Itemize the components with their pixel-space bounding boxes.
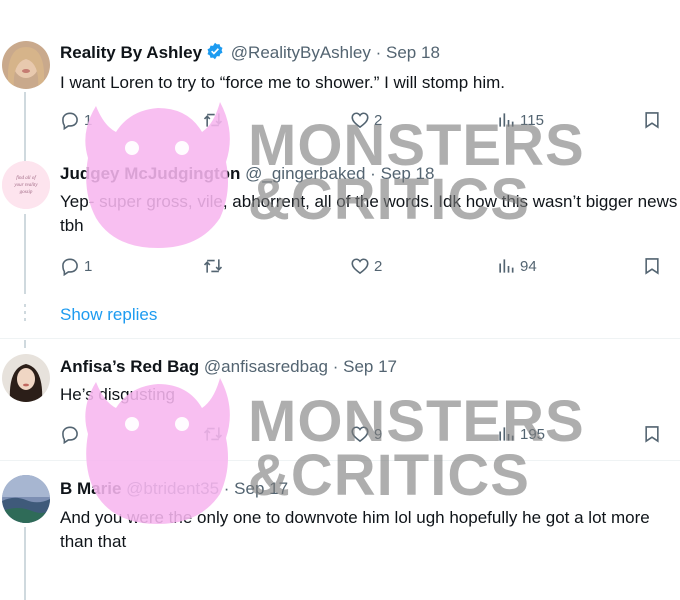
author-name[interactable]: Anfisa’s Red Bag <box>60 357 199 376</box>
separator-dot: · <box>375 43 382 62</box>
bookmark-button[interactable] <box>642 256 662 276</box>
divider <box>0 338 680 339</box>
retweet-button[interactable] <box>202 256 228 276</box>
views-button[interactable]: 115 <box>496 110 544 130</box>
views-button[interactable]: 195 <box>496 424 545 444</box>
avatar[interactable] <box>2 475 50 523</box>
tweet[interactable]: find all of your reality gossip Judgey M… <box>0 150 680 340</box>
tweet-actions: 9 195 <box>60 424 670 448</box>
tweet-text: Yep- super gross, vile, abhorrent, all o… <box>60 192 678 235</box>
avatar[interactable] <box>2 354 50 402</box>
like-button[interactable]: 2 <box>350 256 382 276</box>
svg-text:gossip: gossip <box>20 190 33 195</box>
bookmark-icon <box>645 112 659 129</box>
author-handle[interactable]: @RealityByAshley <box>231 43 371 62</box>
separator-dot: · <box>332 357 339 376</box>
tweet[interactable]: Reality By Ashley @RealityByAshley · Sep… <box>0 0 680 162</box>
tweet-header: Reality By Ashley @RealityByAshley · Sep… <box>60 42 440 65</box>
reply-count: 1 <box>84 257 93 275</box>
author-handle[interactable]: @_gingerbaked <box>245 164 365 183</box>
like-button[interactable]: 9 <box>350 424 382 444</box>
heart-icon <box>351 426 369 443</box>
show-replies-link[interactable]: Show replies <box>60 305 157 325</box>
tweet[interactable]: B Marie @btrident35 · Sep 17 And you wer… <box>0 461 680 600</box>
bookmark-icon <box>645 258 659 275</box>
retweet-button[interactable] <box>202 110 228 130</box>
verified-badge-icon <box>206 42 224 65</box>
heart-icon <box>351 258 369 275</box>
like-count: 2 <box>374 111 383 129</box>
bookmark-icon <box>645 426 659 443</box>
reply-icon <box>62 112 78 130</box>
tweet-header: Judgey McJudgington @_gingerbaked · Sep … <box>60 164 434 184</box>
author-handle[interactable]: @btrident35 <box>126 479 219 498</box>
tweet-actions: 1 2 94 <box>60 256 670 280</box>
views-button[interactable]: 94 <box>496 256 537 276</box>
tweet-text: I want Loren to try to “force me to show… <box>60 73 505 92</box>
tweet-header: B Marie @btrident35 · Sep 17 <box>60 479 288 499</box>
reply-icon <box>62 258 78 276</box>
retweet-icon <box>203 113 223 127</box>
thread-line <box>24 214 26 294</box>
tweet-actions: 1 2 115 <box>60 110 670 134</box>
author-name[interactable]: Judgey McJudgington <box>60 164 240 183</box>
author-handle[interactable]: @anfisasredbag <box>204 357 328 376</box>
reply-button[interactable]: 1 <box>60 256 92 276</box>
views-count: 94 <box>520 257 537 275</box>
tweet[interactable]: Anfisa’s Red Bag @anfisasredbag · Sep 17… <box>0 340 680 458</box>
heart-icon <box>351 112 369 129</box>
tweet-header: Anfisa’s Red Bag @anfisasredbag · Sep 17 <box>60 357 397 377</box>
reply-count: 1 <box>84 111 93 129</box>
tweet-text: And you were the only one to downvote hi… <box>60 508 650 551</box>
avatar[interactable] <box>2 41 50 89</box>
thread-line <box>24 527 26 600</box>
reply-icon <box>62 426 78 444</box>
tweet-text: He’s disgusting <box>60 385 175 404</box>
reply-button[interactable] <box>60 424 84 444</box>
retweet-button[interactable] <box>202 424 228 444</box>
svg-text:find all of: find all of <box>16 176 36 181</box>
svg-text:your reality: your reality <box>13 183 38 188</box>
views-chart-icon <box>499 427 514 441</box>
views-chart-icon <box>499 113 514 127</box>
reply-button[interactable]: 1 <box>60 110 92 130</box>
avatar[interactable]: find all of your reality gossip <box>2 161 50 209</box>
retweet-icon <box>203 259 223 273</box>
views-chart-icon <box>499 259 514 273</box>
like-count: 9 <box>374 425 383 443</box>
bookmark-button[interactable] <box>642 424 662 444</box>
views-count: 195 <box>520 425 546 443</box>
thread-line <box>24 340 26 348</box>
tweet-date[interactable]: Sep 18 <box>386 43 440 62</box>
author-name[interactable]: Reality By Ashley <box>60 43 202 62</box>
retweet-icon <box>203 427 223 441</box>
tweet-date[interactable]: Sep 17 <box>234 479 288 498</box>
tweet-date[interactable]: Sep 17 <box>343 357 397 376</box>
like-button[interactable]: 2 <box>350 110 382 130</box>
views-count: 115 <box>520 111 544 129</box>
thread-dots <box>24 304 26 321</box>
tweet-date[interactable]: Sep 18 <box>381 164 435 183</box>
separator-dot: · <box>370 164 376 183</box>
author-name[interactable]: B Marie <box>60 479 121 498</box>
like-count: 2 <box>374 257 383 275</box>
bookmark-button[interactable] <box>642 110 662 130</box>
separator-dot: · <box>223 479 230 498</box>
